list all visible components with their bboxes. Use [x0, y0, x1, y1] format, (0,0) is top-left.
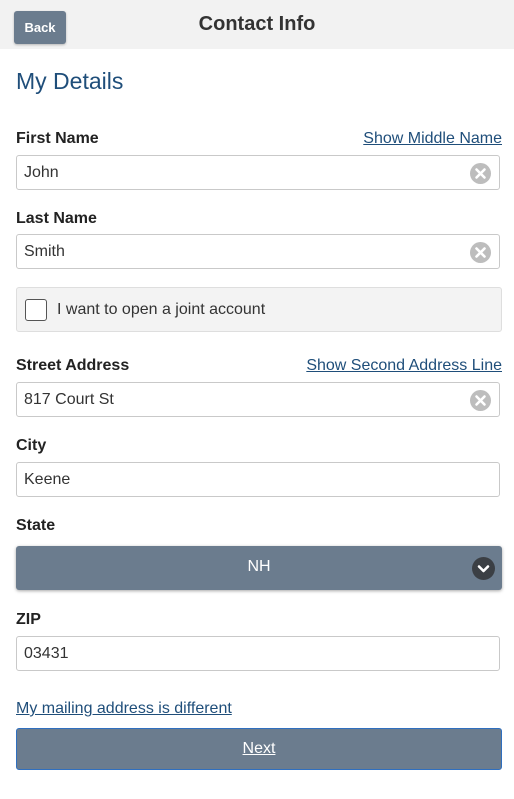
zip-label: ZIP — [16, 611, 41, 628]
state-label: State — [16, 517, 56, 534]
state-selected-value: NH — [247, 558, 271, 575]
clear-icon[interactable] — [470, 163, 491, 184]
clear-icon[interactable] — [470, 242, 491, 263]
joint-account-checkbox[interactable] — [25, 299, 47, 321]
state-select[interactable]: NH — [16, 546, 502, 590]
last-name-field[interactable]: Smith — [16, 234, 500, 269]
chevron-down-icon — [472, 557, 495, 580]
page-title: My Details — [16, 68, 124, 94]
zip-value: 03431 — [24, 645, 69, 662]
street-address-value: 817 Court St — [24, 391, 114, 408]
mailing-address-different-link[interactable]: My mailing address is different — [16, 700, 232, 718]
joint-account-option[interactable]: I want to open a joint account — [16, 287, 502, 332]
zip-field[interactable]: 03431 — [16, 636, 500, 671]
first-name-value: John — [24, 164, 59, 181]
first-name-field[interactable]: John — [16, 155, 500, 190]
city-value: Keene — [24, 471, 71, 488]
city-field[interactable]: Keene — [16, 462, 500, 497]
joint-account-label: I want to open a joint account — [57, 301, 266, 318]
street-address-label: Street Address — [16, 357, 130, 374]
last-name-value: Smith — [24, 243, 65, 260]
first-name-label: First Name — [16, 130, 99, 147]
next-button[interactable]: Next — [16, 728, 502, 770]
header-title: Contact Info — [198, 13, 316, 35]
top-bar: Back Contact Info — [0, 0, 514, 49]
last-name-label: Last Name — [16, 210, 97, 227]
street-address-field[interactable]: 817 Court St — [16, 382, 500, 417]
show-second-address-line-link[interactable]: Show Second Address Line — [306, 357, 502, 375]
show-middle-name-link[interactable]: Show Middle Name — [363, 130, 502, 148]
city-label: City — [16, 437, 47, 454]
clear-icon[interactable] — [470, 390, 491, 411]
